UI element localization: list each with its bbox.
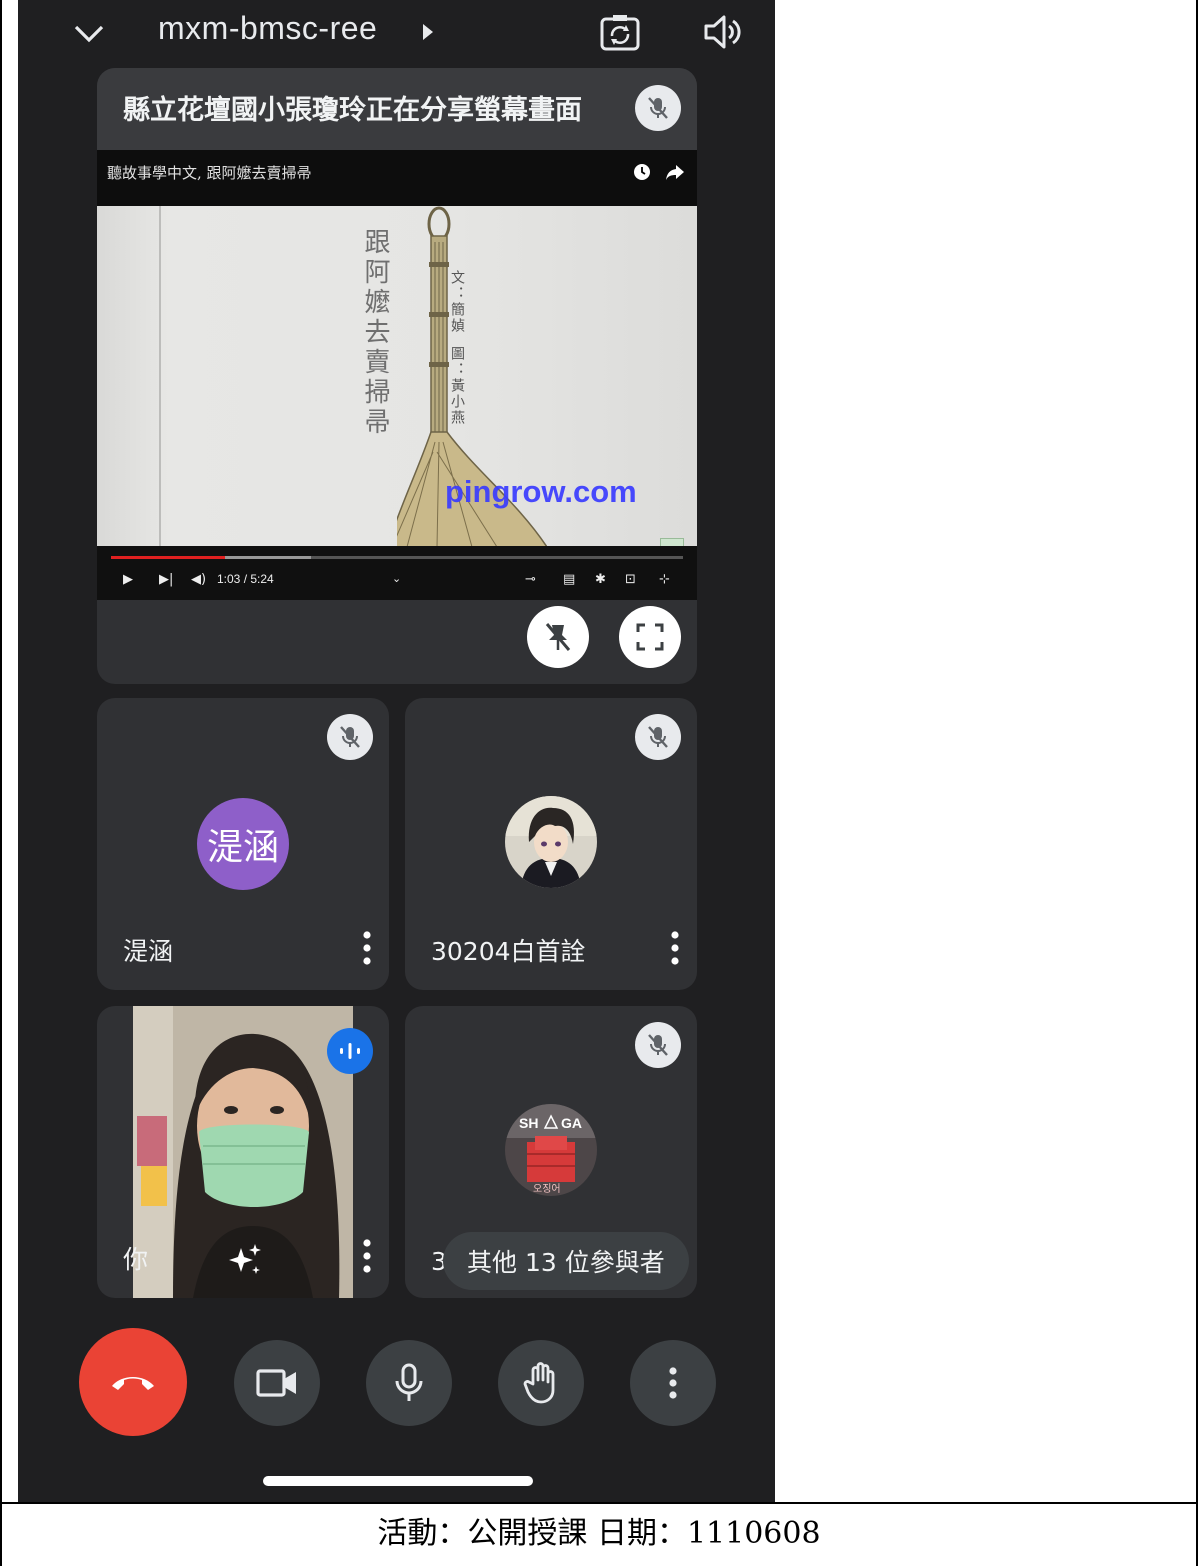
participant-tile[interactable]: 湜涵 湜涵 — [97, 698, 389, 990]
participant-name: 湜涵 — [123, 937, 174, 966]
presentation-title: 縣立花壇國小張瓊玲正在分享螢幕畫面 — [123, 95, 582, 126]
shared-video[interactable]: 聽故事學中文, 跟阿嬤去賣掃帚 跟阿嬤去賣掃帚 文：簡媜 圖：黃小燕 pingr… — [97, 150, 697, 600]
switch-camera-icon[interactable] — [598, 12, 642, 52]
mic-off-icon — [327, 714, 373, 760]
mic-off-icon — [635, 1022, 681, 1068]
document-caption: 活動：公開授課 日期：1110608 — [377, 1516, 821, 1551]
fullscreen-icon — [636, 623, 664, 651]
presentation-header: 縣立花壇國小張瓊玲正在分享螢幕畫面 — [97, 68, 697, 150]
share-icon[interactable] — [665, 163, 685, 181]
unpin-button[interactable] — [527, 606, 589, 668]
watch-later-icon[interactable] — [633, 163, 651, 181]
raise-hand-button[interactable] — [498, 1340, 584, 1426]
cast-icon[interactable]: ⊡ — [625, 572, 636, 587]
microphone-icon — [395, 1363, 423, 1401]
more-options-button[interactable] — [630, 1340, 716, 1426]
caret-right-icon[interactable] — [421, 20, 435, 44]
volume-icon[interactable]: ◀) — [191, 572, 206, 587]
raise-hand-icon — [523, 1362, 555, 1404]
fullscreen-button[interactable] — [619, 606, 681, 668]
video-title-bar: 聽故事學中文, 跟阿嬤去賣掃帚 — [97, 150, 697, 206]
more-options-icon[interactable] — [357, 1238, 377, 1274]
played-fill — [111, 556, 226, 559]
hang-up-icon — [112, 1377, 154, 1390]
book-title: 跟阿嬤去賣掃帚 — [360, 228, 390, 438]
next-icon[interactable]: ▶| — [159, 572, 173, 587]
more-vert-icon — [669, 1367, 677, 1399]
effects-sparkle-icon[interactable] — [227, 1242, 263, 1278]
frame-border-left — [0, 0, 2, 1566]
video-title: 聽故事學中文, 跟阿嬤去賣掃帚 — [107, 164, 312, 182]
watermark: pingrow.com — [445, 474, 637, 509]
avatar: 湜涵 — [197, 798, 289, 890]
book-author: 文：簡媜 — [449, 270, 465, 334]
video-frame: 跟阿嬤去賣掃帚 文：簡媜 圖：黃小燕 pingrow.com — [97, 206, 697, 558]
other-participants-label: 其他 13 位參與者 — [467, 1248, 665, 1277]
top-bar: mxm-bmsc-ree — [18, 0, 775, 66]
video-controls: ▶ ▶| ◀) 1:03 / 5:24 ⌄ ⊸ ▤ ✱ ⊡ ⊹ — [97, 546, 697, 600]
participant-tile[interactable]: 30204白首詮 — [405, 698, 697, 990]
video-camera-icon — [256, 1369, 296, 1397]
chevron-down-icon[interactable] — [72, 16, 106, 50]
svg-text:GA: GA — [561, 1115, 582, 1131]
self-tile[interactable]: 你 — [97, 1006, 389, 1298]
participant-name: 你 — [123, 1245, 149, 1274]
svg-text:오징어: 오징어 — [533, 1183, 561, 1195]
more-options-icon[interactable] — [357, 930, 377, 966]
presentation-tile[interactable]: 縣立花壇國小張瓊玲正在分享螢幕畫面 聽故事學中文, 跟阿嬤去賣掃帚 跟阿嬤去賣掃… — [97, 68, 697, 684]
autoplay-toggle-icon[interactable]: ⊸ — [525, 572, 536, 587]
svg-text:SH: SH — [519, 1115, 538, 1131]
speaker-icon[interactable] — [702, 12, 742, 52]
avatar: SH GA 오징어 — [505, 1104, 597, 1196]
participant-tile[interactable]: SH GA 오징어 3 其他 13 位參與者 — [405, 1006, 697, 1298]
home-indicator — [263, 1476, 533, 1486]
meet-screen: mxm-bmsc-ree 縣立花壇國小張瓊玲正在分享螢幕畫面 聽故事學中文, 跟… — [18, 0, 775, 1502]
progress-bar[interactable] — [111, 556, 683, 559]
avatar — [505, 796, 597, 888]
subtitles-icon[interactable]: ▤ — [563, 572, 575, 587]
microphone-button[interactable] — [366, 1340, 452, 1426]
other-participants-pill[interactable]: 其他 13 位參與者 — [443, 1232, 689, 1290]
end-call-button[interactable] — [79, 1328, 187, 1436]
book-illustrator: 圖：黃小燕 — [449, 346, 465, 426]
play-icon[interactable]: ▶ — [123, 572, 133, 587]
chevron-down-icon[interactable]: ⌄ — [392, 572, 401, 585]
more-options-icon[interactable] — [665, 930, 685, 966]
mic-off-icon — [635, 714, 681, 760]
buffer-fill — [225, 556, 312, 559]
exit-fullscreen-icon[interactable]: ⊹ — [659, 572, 670, 587]
document-frame: mxm-bmsc-ree 縣立花壇國小張瓊玲正在分享螢幕畫面 聽故事學中文, 跟… — [0, 0, 1198, 1566]
video-time: 1:03 / 5:24 — [217, 572, 274, 586]
mic-off-icon — [635, 85, 681, 131]
participant-name: 30204白首詮 — [431, 937, 586, 966]
speaking-indicator-icon — [327, 1028, 373, 1074]
frame-divider — [0, 1502, 1198, 1504]
page-edge — [159, 206, 161, 546]
unpin-icon — [545, 623, 571, 651]
settings-icon[interactable]: ✱ — [595, 572, 606, 587]
meeting-code[interactable]: mxm-bmsc-ree — [158, 10, 377, 47]
camera-button[interactable] — [234, 1340, 320, 1426]
